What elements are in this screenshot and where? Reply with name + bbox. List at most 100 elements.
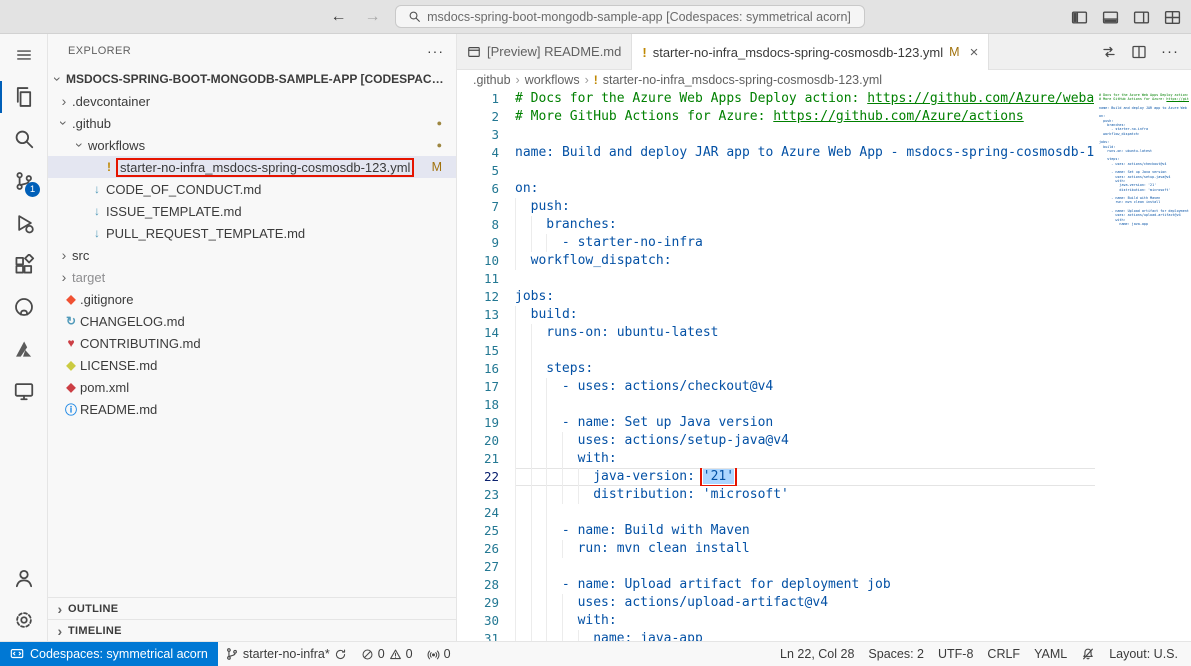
- tab-workflow-yml[interactable]: ! starter-no-infra_msdocs-spring-cosmosd…: [632, 34, 989, 70]
- remote-explorer-view-button[interactable]: [0, 370, 47, 412]
- chevron-right-icon[interactable]: ›: [56, 247, 72, 263]
- code-line[interactable]: 3: [457, 126, 1191, 144]
- run-debug-view-button[interactable]: [0, 202, 47, 244]
- settings-button[interactable]: [0, 599, 47, 641]
- code-line[interactable]: 30with:: [457, 612, 1191, 630]
- code-line[interactable]: 25- name: Build with Maven: [457, 522, 1191, 540]
- menu-button[interactable]: [0, 34, 47, 76]
- tree-file[interactable]: ↓CODE_OF_CONDUCT.md: [48, 178, 456, 200]
- code-line[interactable]: 10workflow_dispatch:: [457, 252, 1191, 270]
- search-view-button[interactable]: [0, 118, 47, 160]
- more-actions-icon[interactable]: ···: [1161, 43, 1179, 60]
- tab-preview-readme[interactable]: [Preview] README.md: [457, 34, 632, 69]
- tree-file[interactable]: ↓ISSUE_TEMPLATE.md: [48, 200, 456, 222]
- customize-layout-icon[interactable]: [1164, 9, 1181, 26]
- indentation-indicator[interactable]: Spaces: 2: [861, 642, 931, 666]
- problems-indicator[interactable]: 0 0: [354, 642, 420, 666]
- code-line[interactable]: 28- name: Upload artifact for deployment…: [457, 576, 1191, 594]
- chevron-right-icon[interactable]: ›: [56, 93, 72, 109]
- code-line[interactable]: 1# Docs for the Azure Web Apps Deploy ac…: [457, 90, 1191, 108]
- code-line-text: uses: actions/upload-artifact@v4: [515, 594, 1191, 612]
- explorer-view-button[interactable]: [0, 76, 47, 118]
- code-line[interactable]: 15: [457, 342, 1191, 360]
- code-line[interactable]: 23distribution: 'microsoft': [457, 486, 1191, 504]
- code-line[interactable]: 13build:: [457, 306, 1191, 324]
- encoding-indicator[interactable]: UTF-8: [931, 642, 980, 666]
- tree-folder[interactable]: ›src: [48, 244, 456, 266]
- nav-back-button[interactable]: ←: [327, 8, 351, 26]
- nav-forward-button[interactable]: →: [361, 8, 385, 26]
- code-line[interactable]: 29uses: actions/upload-artifact@v4: [457, 594, 1191, 612]
- code-line[interactable]: 20uses: actions/setup-java@v4: [457, 432, 1191, 450]
- tree-file[interactable]: ◆pom.xml: [48, 376, 456, 398]
- code-line[interactable]: 19- name: Set up Java version: [457, 414, 1191, 432]
- code-line[interactable]: 22java-version: '21': [457, 468, 1191, 486]
- code-line[interactable]: 31name: java-app: [457, 630, 1191, 641]
- close-icon[interactable]: ×: [966, 44, 979, 61]
- branch-indicator[interactable]: starter-no-infra*: [218, 642, 354, 666]
- tree-file[interactable]: ↓PULL_REQUEST_TEMPLATE.md: [48, 222, 456, 244]
- code-line[interactable]: 7push:: [457, 198, 1191, 216]
- open-changes-icon[interactable]: [1101, 44, 1117, 60]
- code-line[interactable]: 12jobs:: [457, 288, 1191, 306]
- remote-indicator[interactable]: Codespaces: symmetrical acorn: [0, 642, 218, 666]
- code-line-text: jobs:: [515, 288, 1191, 306]
- chevron-down-icon[interactable]: ›: [72, 137, 88, 153]
- breadcrumb-item[interactable]: .github: [473, 73, 511, 87]
- toggle-panel-icon[interactable]: [1102, 9, 1119, 26]
- tree-root[interactable]: ›MSDOCS-SPRING-BOOT-MONGODB-SAMPLE-APP […: [48, 68, 456, 90]
- eol-indicator[interactable]: CRLF: [980, 642, 1027, 666]
- tree-file[interactable]: !starter-no-infra_msdocs-spring-cosmosdb…: [48, 156, 456, 178]
- code-line[interactable]: 18: [457, 396, 1191, 414]
- chevron-right-icon[interactable]: ›: [56, 269, 72, 285]
- code-line[interactable]: 26run: mvn clean install: [457, 540, 1191, 558]
- tree-file[interactable]: ♥CONTRIBUTING.md: [48, 332, 456, 354]
- code-line[interactable]: 2# More GitHub Actions for Azure: https:…: [457, 108, 1191, 126]
- split-editor-icon[interactable]: [1131, 44, 1147, 60]
- cursor-position-indicator[interactable]: Ln 22, Col 28: [773, 642, 861, 666]
- language-indicator[interactable]: YAML: [1027, 642, 1074, 666]
- ports-indicator[interactable]: 0: [420, 642, 458, 666]
- tree-file[interactable]: ◆.gitignore: [48, 288, 456, 310]
- code-line[interactable]: 14runs-on: ubuntu-latest: [457, 324, 1191, 342]
- tree-file[interactable]: ◆LICENSE.md: [48, 354, 456, 376]
- toggle-secondary-sidebar-icon[interactable]: [1133, 9, 1150, 26]
- code-line[interactable]: 27: [457, 558, 1191, 576]
- code-line[interactable]: 17- uses: actions/checkout@v4: [457, 378, 1191, 396]
- keyboard-layout-indicator[interactable]: Layout: U.S.: [1102, 642, 1185, 666]
- timeline-section-header[interactable]: › TIMELINE: [48, 619, 456, 641]
- account-button[interactable]: [0, 557, 47, 599]
- code-line[interactable]: 8branches:: [457, 216, 1191, 234]
- code-line[interactable]: 11: [457, 270, 1191, 288]
- breadcrumb-item[interactable]: starter-no-infra_msdocs-spring-cosmosdb-…: [603, 73, 882, 87]
- notifications-button[interactable]: [1074, 642, 1102, 666]
- tree-folder[interactable]: ›target: [48, 266, 456, 288]
- code-line[interactable]: 9- starter-no-infra: [457, 234, 1191, 252]
- tree-file[interactable]: ↻CHANGELOG.md: [48, 310, 456, 332]
- code-area[interactable]: 1# Docs for the Azure Web Apps Deploy ac…: [457, 90, 1191, 641]
- line-number: 16: [457, 360, 515, 378]
- tree-folder[interactable]: ›workflows●: [48, 134, 456, 156]
- code-line[interactable]: 24: [457, 504, 1191, 522]
- code-line[interactable]: 4name: Build and deploy JAR app to Azure…: [457, 144, 1191, 162]
- indent-guide: [515, 630, 531, 641]
- tree-file[interactable]: ⓘREADME.md: [48, 398, 456, 420]
- breadcrumb-item[interactable]: workflows: [525, 73, 580, 87]
- toggle-sidebar-icon[interactable]: [1071, 9, 1088, 26]
- code-line[interactable]: 5: [457, 162, 1191, 180]
- tree-folder[interactable]: ›.devcontainer: [48, 90, 456, 112]
- azure-view-button[interactable]: [0, 328, 47, 370]
- minimap[interactable]: # Docs for the Azure Web Apps Deploy act…: [1095, 90, 1191, 641]
- source-control-view-button[interactable]: 1: [0, 160, 47, 202]
- code-line[interactable]: 16steps:: [457, 360, 1191, 378]
- explorer-actions-button[interactable]: ···: [427, 43, 444, 59]
- code-line[interactable]: 21with:: [457, 450, 1191, 468]
- extensions-view-button[interactable]: [0, 244, 47, 286]
- code-line[interactable]: 6on:: [457, 180, 1191, 198]
- chevron-down-icon[interactable]: ›: [50, 71, 66, 87]
- tree-folder[interactable]: ›.github●: [48, 112, 456, 134]
- outline-section-header[interactable]: › OUTLINE: [48, 597, 456, 619]
- command-center-search[interactable]: msdocs-spring-boot-mongodb-sample-app [C…: [395, 5, 865, 28]
- github-view-button[interactable]: [0, 286, 47, 328]
- chevron-down-icon[interactable]: ›: [56, 115, 72, 131]
